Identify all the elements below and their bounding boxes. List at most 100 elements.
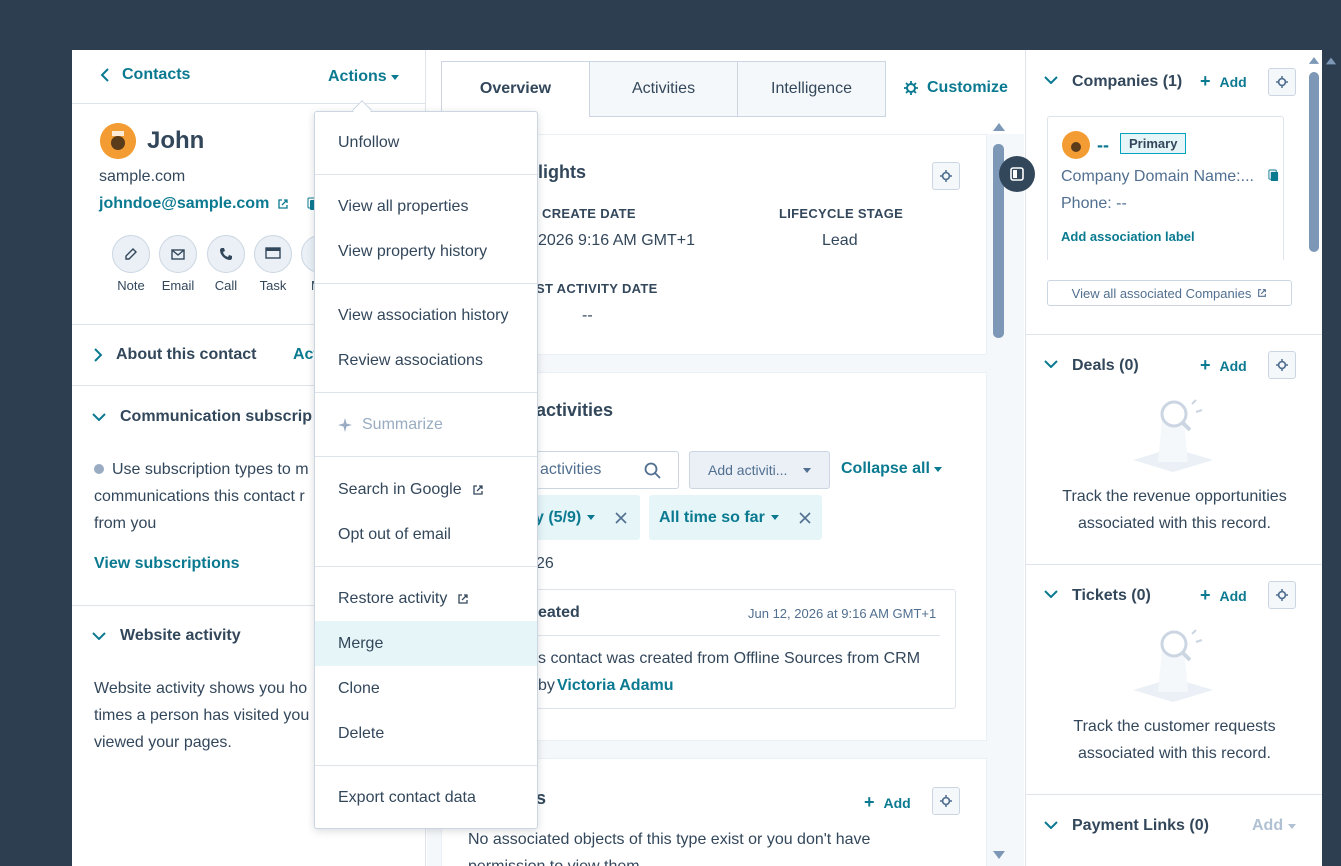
actions-label: Actions bbox=[328, 68, 387, 85]
copy-icon[interactable] bbox=[1268, 169, 1279, 182]
gear-icon bbox=[1276, 359, 1288, 371]
collapse-all-dropdown[interactable]: Collapse all bbox=[841, 460, 942, 478]
chevron-down-icon[interactable] bbox=[1044, 360, 1058, 368]
add-association-label-link[interactable]: Add association label bbox=[1061, 229, 1195, 244]
menu-item-restore-activity[interactable]: Restore activity bbox=[315, 576, 537, 621]
search-google-label: Search in Google bbox=[338, 480, 462, 498]
communication-title: Communication subscrip bbox=[120, 408, 313, 425]
plus-icon: + bbox=[1200, 355, 1211, 375]
company-phone: Phone: -- bbox=[1061, 195, 1127, 212]
payment-links-title: Payment Links (0) bbox=[1072, 817, 1209, 834]
email-link[interactable]: johndoe@sample.com bbox=[99, 195, 269, 213]
last-activity-value: -- bbox=[582, 307, 593, 324]
deals-empty-text: Track the revenue opportunities associat… bbox=[1062, 488, 1287, 532]
lifecycle-stage-value: Lead bbox=[822, 232, 858, 249]
companies-add-button[interactable]: + Add bbox=[1200, 71, 1247, 92]
gear-icon bbox=[1276, 589, 1288, 601]
about-section-toggle[interactable]: About this contact bbox=[94, 346, 256, 364]
tickets-settings-button[interactable] bbox=[1268, 581, 1296, 609]
right-sidebar: Companies (1) + Add -- Primary Company D… bbox=[1025, 50, 1322, 866]
caret-down-icon bbox=[1288, 823, 1297, 829]
chevron-down-icon[interactable] bbox=[1044, 76, 1058, 84]
tab-overview[interactable]: Overview bbox=[441, 61, 590, 117]
back-link-label: Contacts bbox=[122, 66, 191, 83]
scroll-down-icon[interactable] bbox=[992, 850, 1006, 860]
company-domain: Company Domain Name:... bbox=[1061, 168, 1254, 185]
close-icon[interactable] bbox=[799, 511, 811, 524]
chevron-down-icon[interactable] bbox=[1044, 590, 1058, 598]
customize-button[interactable]: Customize bbox=[904, 79, 1008, 97]
menu-item-clone[interactable]: Clone bbox=[315, 666, 537, 711]
menu-item-merge[interactable]: Merge bbox=[315, 621, 537, 666]
chevron-down-icon[interactable] bbox=[1044, 821, 1058, 829]
communication-section-toggle[interactable]: Communication subscrip bbox=[92, 408, 312, 426]
caret-down-icon bbox=[390, 74, 399, 80]
call-label: Call bbox=[214, 278, 238, 293]
email-label: Email bbox=[161, 278, 195, 293]
create-date-value: 2026 9:16 AM GMT+1 bbox=[538, 232, 695, 249]
view-all-companies-button[interactable]: View all associated Companies bbox=[1047, 280, 1292, 306]
companies-settings-button[interactable] bbox=[1268, 68, 1296, 96]
time-filter-chip[interactable]: All time so far bbox=[649, 495, 822, 540]
highlights-settings-button[interactable] bbox=[932, 162, 960, 190]
date-group-label: 26 bbox=[536, 555, 554, 572]
associations-settings-button[interactable] bbox=[932, 787, 960, 815]
email-button[interactable] bbox=[159, 235, 197, 273]
note-button[interactable] bbox=[112, 235, 150, 273]
chevron-down-icon bbox=[92, 413, 106, 421]
menu-item-delete[interactable]: Delete bbox=[315, 711, 537, 756]
task-button[interactable] bbox=[254, 235, 292, 273]
chevron-left-icon bbox=[100, 68, 109, 82]
contact-email[interactable]: johndoe@sample.com bbox=[99, 195, 319, 213]
activity-item-title: eated bbox=[538, 604, 580, 621]
company-name-link[interactable]: -- bbox=[1097, 135, 1109, 156]
company-logo bbox=[1062, 131, 1090, 159]
actions-dropdown[interactable]: Actions bbox=[328, 68, 399, 86]
menu-item-view-all-properties[interactable]: View all properties bbox=[315, 184, 537, 229]
scroll-up-icon[interactable] bbox=[992, 122, 1006, 132]
deals-settings-button[interactable] bbox=[1268, 351, 1296, 379]
call-button[interactable] bbox=[207, 235, 245, 273]
payment-links-add-dropdown[interactable]: Add bbox=[1252, 817, 1297, 835]
menu-item-search-in-google[interactable]: Search in Google bbox=[315, 467, 537, 512]
create-date-label: CREATE DATE bbox=[542, 206, 636, 221]
associations-empty-text: No associated objects of this type exist… bbox=[468, 831, 871, 848]
add-activity-dropdown[interactable]: Add activiti... bbox=[689, 451, 830, 489]
companies-title: Companies (1) bbox=[1072, 73, 1183, 90]
deals-add-button[interactable]: + Add bbox=[1200, 355, 1247, 376]
search-icon bbox=[644, 462, 661, 479]
tab-activities[interactable]: Activities bbox=[589, 61, 738, 117]
close-icon[interactable] bbox=[615, 511, 627, 524]
company-card: -- Primary Company Domain Name:... Phone… bbox=[1047, 116, 1284, 260]
tickets-add-button[interactable]: + Add bbox=[1200, 585, 1247, 606]
chevron-down-icon bbox=[92, 632, 106, 640]
time-filter-label: All time so far bbox=[659, 508, 765, 526]
sidebar-toggle-button[interactable] bbox=[999, 156, 1035, 192]
communication-body: Use subscription types to m communicatio… bbox=[94, 461, 309, 532]
phone-icon bbox=[220, 248, 232, 260]
gear-icon bbox=[904, 81, 918, 95]
right-scrollbar-thumb[interactable] bbox=[1309, 72, 1319, 252]
scroll-up-icon[interactable] bbox=[1308, 56, 1320, 65]
menu-item-opt-out-of-email[interactable]: Opt out of email bbox=[315, 512, 537, 557]
summarize-label: Summarize bbox=[362, 415, 443, 433]
associations-add-button[interactable]: + Add bbox=[864, 792, 911, 813]
menu-item-review-associations[interactable]: Review associations bbox=[315, 338, 537, 383]
plus-icon: + bbox=[1200, 71, 1211, 91]
edit-icon bbox=[125, 248, 137, 260]
plus-icon: + bbox=[864, 792, 875, 812]
caret-down-icon bbox=[770, 515, 779, 520]
menu-item-view-association-history[interactable]: View association history bbox=[315, 293, 537, 338]
menu-item-export-contact-data[interactable]: Export contact data bbox=[315, 775, 537, 820]
gear-icon bbox=[940, 795, 952, 807]
page-scroll-up-icon[interactable] bbox=[1325, 56, 1337, 66]
tab-intelligence[interactable]: Intelligence bbox=[737, 61, 886, 117]
website-title: Website activity bbox=[120, 627, 241, 644]
menu-item-unfollow[interactable]: Unfollow bbox=[315, 120, 537, 165]
menu-item-view-property-history[interactable]: View property history bbox=[315, 229, 537, 274]
back-to-contacts[interactable]: Contacts bbox=[100, 66, 190, 84]
website-section-toggle[interactable]: Website activity bbox=[92, 627, 241, 645]
recent-activities-title: activities bbox=[536, 400, 614, 420]
view-subscriptions-link[interactable]: View subscriptions bbox=[94, 555, 240, 573]
activity-item-user-link[interactable]: Victoria Adamu bbox=[557, 677, 673, 695]
